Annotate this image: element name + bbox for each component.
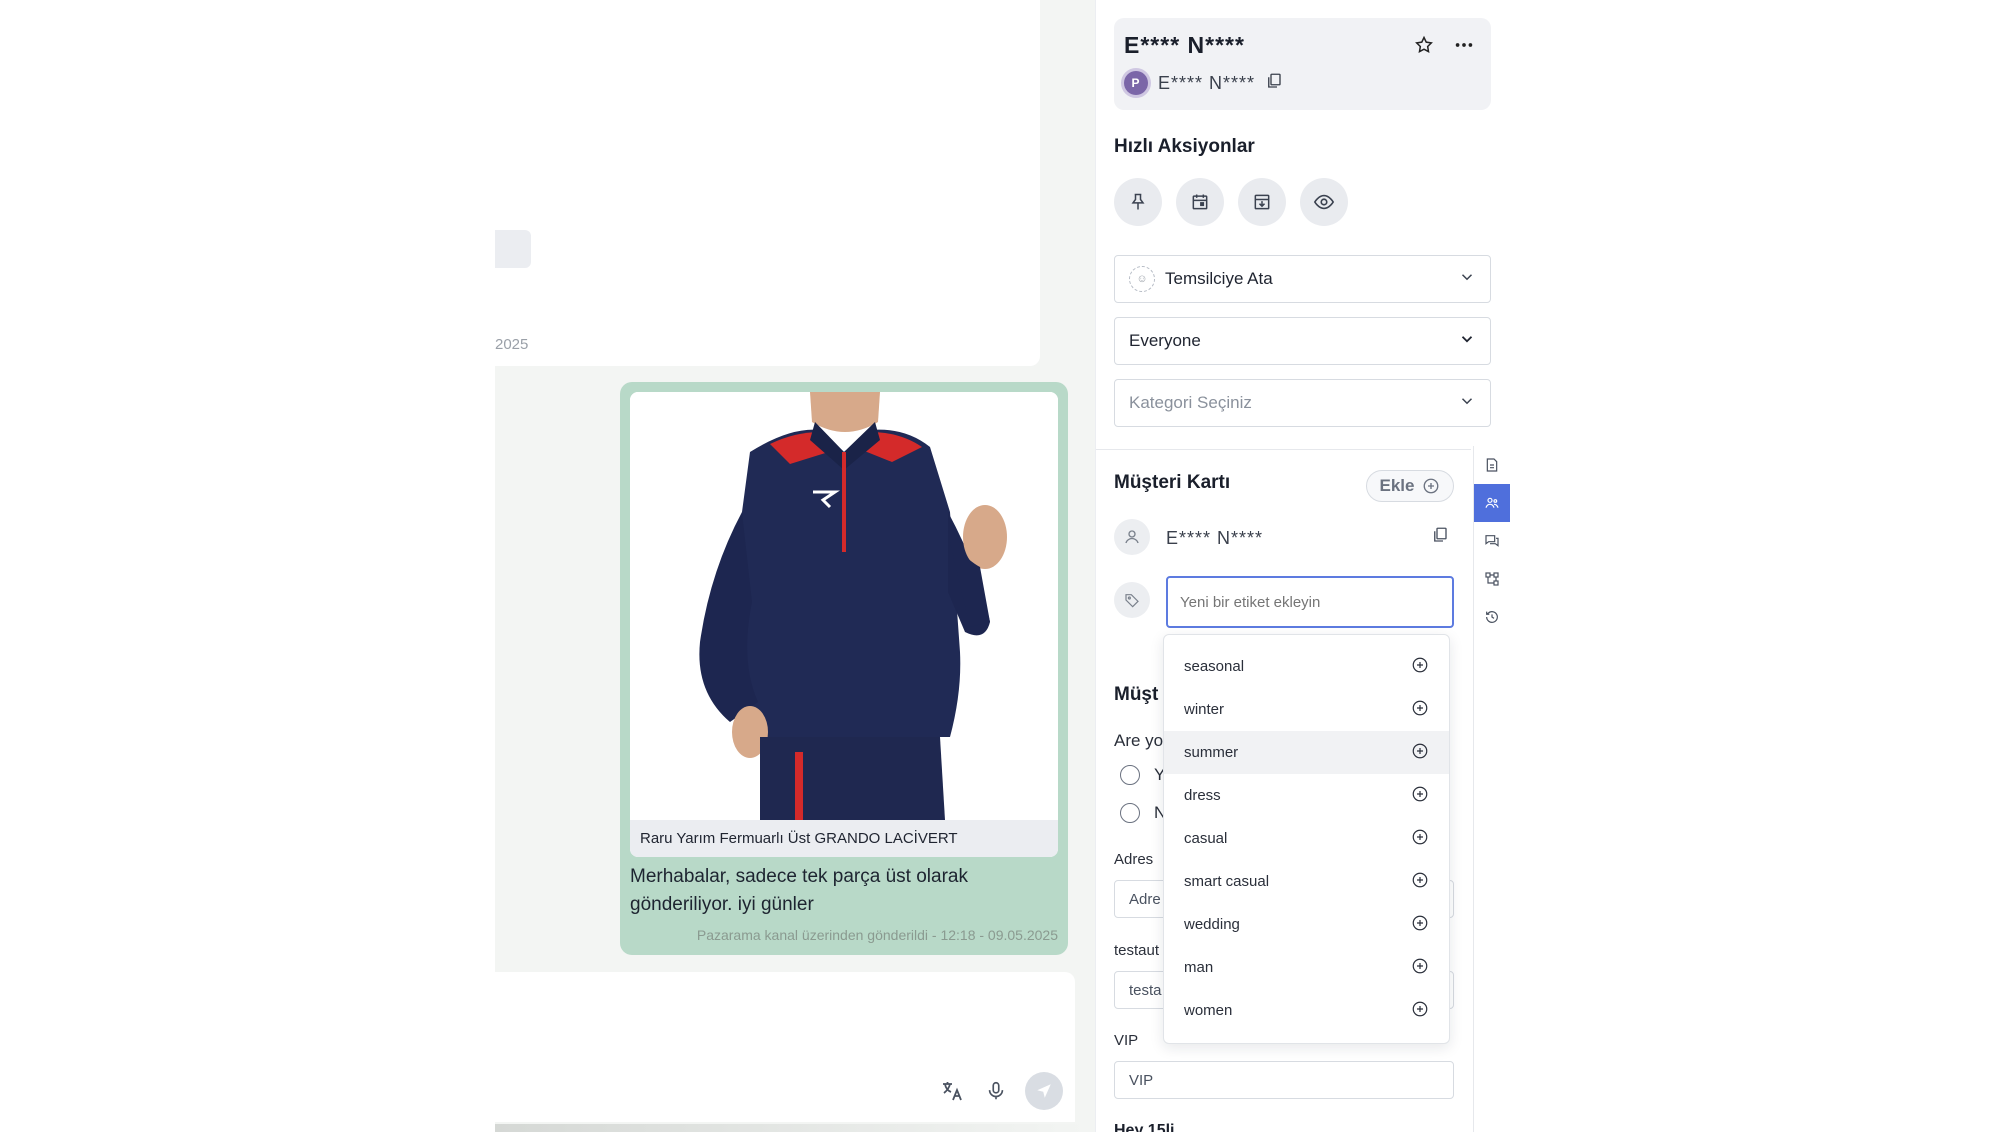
- tag-option[interactable]: casual: [1164, 817, 1449, 860]
- plus-circle-icon: [1411, 785, 1429, 807]
- channel-badge-icon: P: [1124, 71, 1148, 95]
- pin-icon[interactable]: [1114, 178, 1162, 226]
- message-meta: Pazarama kanal üzerinden gönderildi - 12…: [696, 927, 1058, 943]
- assign-user-icon: ☺: [1129, 266, 1155, 292]
- product-caption: Raru Yarım Fermuarlı Üst GRANDO LACİVERT: [630, 820, 1058, 857]
- chevron-down-icon: [1458, 330, 1476, 353]
- message-composer[interactable]: [495, 972, 1075, 1122]
- testauto-value: testa: [1129, 981, 1162, 999]
- app-root: 2025 Raru Yarım Fermuarlı Üst GRANDO LAC…: [0, 0, 2000, 1132]
- vip-label: VIP: [1114, 1032, 1139, 1049]
- add-button[interactable]: Ekle: [1366, 470, 1454, 502]
- vip-placeholder: VIP: [1129, 1071, 1154, 1089]
- tag-option-label: women: [1184, 1002, 1233, 1019]
- question-label: Are yo: [1114, 731, 1164, 750]
- send-icon: [1037, 1084, 1051, 1098]
- chat-icon[interactable]: [1474, 522, 1510, 560]
- plus-circle-icon: [1411, 828, 1429, 850]
- star-icon[interactable]: [1411, 32, 1437, 58]
- side-tab-strip: [1473, 446, 1510, 1132]
- tag-input[interactable]: [1166, 576, 1454, 628]
- tag-option[interactable]: dress: [1164, 774, 1449, 817]
- tag-option-label: wedding: [1184, 916, 1240, 933]
- plus-circle-icon: [1411, 1000, 1429, 1022]
- tag-option[interactable]: smart casual: [1164, 860, 1449, 903]
- tag-suggestions-dropdown: seasonal winter summer dress casual smar…: [1163, 634, 1450, 1044]
- radio-yes[interactable]: [1120, 765, 1140, 785]
- visibility-value: Everyone: [1129, 331, 1201, 350]
- quick-actions-row: [1114, 178, 1348, 226]
- send-button[interactable]: [1025, 1072, 1063, 1110]
- tag-option-label: casual: [1184, 830, 1228, 847]
- translate-icon[interactable]: [937, 1076, 967, 1106]
- plus-circle-icon: [1424, 478, 1439, 494]
- visibility-select[interactable]: Everyone: [1114, 317, 1491, 365]
- radio-no[interactable]: [1120, 803, 1140, 823]
- product-image: [630, 392, 1058, 820]
- plus-circle-icon: [1411, 699, 1429, 721]
- tag-option[interactable]: women: [1164, 989, 1449, 1032]
- category-select[interactable]: Kategori Seçiniz: [1114, 379, 1491, 427]
- next-field-label: Hey 15li: [1114, 1122, 1175, 1132]
- panel-divider: [1096, 449, 1471, 450]
- users-icon[interactable]: [1474, 484, 1510, 522]
- contact-actions: [1411, 32, 1477, 58]
- tag-option-label: seasonal: [1184, 658, 1245, 675]
- plus-circle-icon: [1411, 957, 1429, 979]
- address-value: Adre: [1129, 890, 1161, 908]
- plus-circle-icon: [1411, 742, 1429, 764]
- testauto-label: testaut: [1114, 942, 1160, 959]
- incoming-message-card: 2025: [495, 0, 1040, 366]
- tag-option[interactable]: summer: [1164, 731, 1449, 774]
- tag-icon: [1114, 582, 1150, 618]
- assign-agent-label: Temsilciye Ata: [1165, 269, 1273, 288]
- tag-option[interactable]: wedding: [1164, 903, 1449, 946]
- eye-icon[interactable]: [1300, 178, 1348, 226]
- chevron-down-icon: [1458, 268, 1476, 291]
- chevron-down-icon: [1458, 392, 1476, 415]
- microphone-icon[interactable]: [981, 1076, 1011, 1106]
- flow-icon[interactable]: [1474, 560, 1510, 598]
- tag-option-label: summer: [1184, 744, 1239, 761]
- message-timestamp: 2025: [495, 336, 529, 353]
- quick-actions-title: Hızlı Aksiyonlar: [1114, 136, 1255, 157]
- copy-icon[interactable]: [1265, 72, 1283, 95]
- outgoing-message-bubble: Raru Yarım Fermuarlı Üst GRANDO LACİVERT…: [620, 382, 1068, 955]
- tag-option[interactable]: winter: [1164, 688, 1449, 731]
- plus-circle-icon: [1411, 656, 1429, 678]
- document-icon[interactable]: [1474, 446, 1510, 484]
- calendar-icon[interactable]: [1176, 178, 1224, 226]
- contact-channel-row: P E**** N****: [1124, 71, 1481, 95]
- tag-option-label: winter: [1184, 701, 1225, 718]
- customer-name: E**** N****: [1166, 528, 1264, 548]
- add-button-label: Ekle: [1379, 476, 1415, 495]
- contact-handle: E**** N****: [1158, 72, 1256, 93]
- tag-option-label: man: [1184, 959, 1214, 976]
- message-text: Merhabalar, sadece tek parça üst olarak …: [630, 866, 968, 915]
- chat-area: 2025 Raru Yarım Fermuarlı Üst GRANDO LAC…: [495, 0, 1095, 1132]
- more-options-icon[interactable]: [1451, 32, 1477, 58]
- plus-circle-icon: [1411, 871, 1429, 893]
- person-icon: [1114, 519, 1150, 555]
- plus-circle-icon: [1411, 914, 1429, 936]
- customer-card-title: Müşteri Kartı: [1114, 472, 1231, 493]
- tag-option-label: smart casual: [1184, 873, 1270, 890]
- assign-agent-select[interactable]: ☺ Temsilciye Ata: [1114, 255, 1491, 303]
- tag-option[interactable]: seasonal: [1164, 645, 1449, 688]
- product-card[interactable]: Raru Yarım Fermuarlı Üst GRANDO LACİVERT: [630, 392, 1058, 857]
- tag-option[interactable]: man: [1164, 946, 1449, 989]
- composer-tools: [937, 1072, 1063, 1110]
- archive-icon[interactable]: [1238, 178, 1286, 226]
- contact-header-card: E**** N**** P E**** N****: [1114, 18, 1491, 110]
- composer-shadow: [495, 1124, 1085, 1132]
- customer-fields-title: Müşt: [1114, 684, 1159, 705]
- category-placeholder: Kategori Seçiniz: [1129, 393, 1252, 412]
- tag-option-label: dress: [1184, 787, 1221, 804]
- address-label: Adres: [1114, 851, 1154, 868]
- message-action-button[interactable]: [495, 230, 531, 268]
- history-icon[interactable]: [1474, 598, 1510, 636]
- vip-field[interactable]: VIP: [1114, 1061, 1454, 1099]
- copy-icon[interactable]: [1431, 526, 1449, 549]
